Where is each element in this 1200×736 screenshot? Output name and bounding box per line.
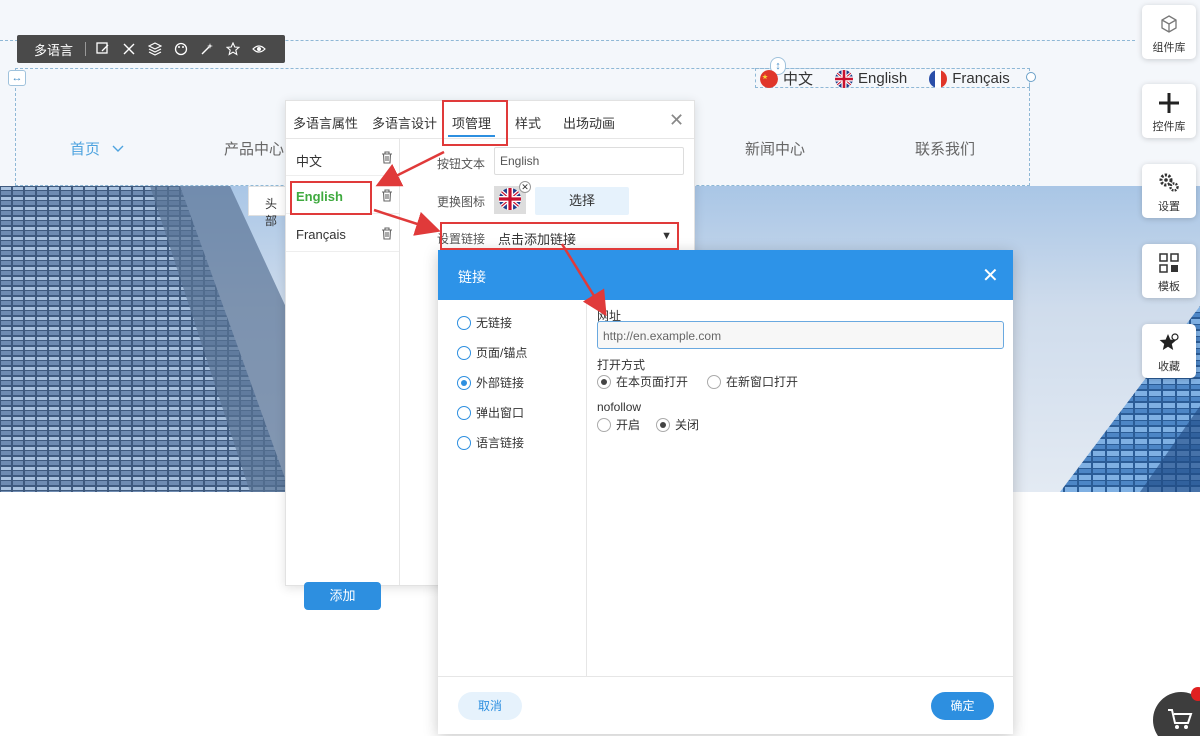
choose-icon-button[interactable]: 选择 bbox=[535, 187, 629, 215]
tab-multilang-properties[interactable]: 多语言属性 bbox=[293, 113, 358, 132]
cart-icon bbox=[1167, 708, 1193, 733]
cart-badge bbox=[1191, 687, 1200, 701]
link-dialog: 链接 ✕ 无链接 页面/锚点 外部链接 弹出窗口 语言链接 网址 http://… bbox=[438, 250, 1013, 734]
dialog-footer: 取消 确定 bbox=[438, 676, 1013, 734]
button-text-label: 按钮文本 bbox=[437, 157, 486, 171]
dialog-header: 链接 ✕ bbox=[438, 250, 1013, 300]
open-mode-new-window[interactable]: 在新窗口打开 bbox=[707, 373, 798, 390]
confirm-button[interactable]: 确定 bbox=[931, 692, 994, 720]
url-input[interactable]: http://en.example.com bbox=[597, 321, 1004, 349]
cn-flag-icon bbox=[760, 69, 778, 88]
nav-item-contact[interactable]: 联系我们 bbox=[915, 138, 975, 159]
width-resize-icon[interactable]: ↔ bbox=[8, 70, 26, 86]
close-icon[interactable]: ✕ bbox=[669, 110, 684, 131]
toolbar-module-name: 多语言 bbox=[34, 42, 74, 58]
tools-icon[interactable] bbox=[121, 41, 137, 57]
radio-button[interactable] bbox=[457, 405, 471, 420]
annotation-box-tab bbox=[442, 100, 508, 146]
nofollow-on[interactable]: 开启 bbox=[597, 416, 640, 433]
plus-icon bbox=[1158, 92, 1180, 114]
language-item-zh[interactable]: 中文 bbox=[760, 68, 813, 89]
fr-flag-icon bbox=[929, 69, 948, 88]
dock-favorites[interactable]: 收藏 bbox=[1142, 324, 1196, 378]
radio-button[interactable] bbox=[597, 374, 611, 389]
dock-settings[interactable]: 设置 bbox=[1142, 164, 1196, 218]
tab-style[interactable]: 样式 bbox=[515, 113, 541, 132]
link-type-language[interactable]: 语言链接 bbox=[457, 434, 524, 451]
radio-button[interactable] bbox=[457, 345, 471, 360]
change-icon-label: 更换图标 bbox=[437, 195, 486, 209]
nav-item-news[interactable]: 新闻中心 bbox=[745, 138, 805, 159]
dock-label: 控件库 bbox=[1152, 121, 1186, 133]
cancel-button[interactable]: 取消 bbox=[458, 692, 522, 720]
eye-icon[interactable] bbox=[251, 41, 267, 57]
star-icon bbox=[1158, 332, 1180, 354]
language-label: English bbox=[858, 70, 908, 87]
tab-multilang-design[interactable]: 多语言设计 bbox=[372, 113, 437, 132]
language-switcher: 中文 English Français bbox=[760, 68, 1032, 89]
radio-button[interactable] bbox=[457, 375, 471, 390]
trash-icon[interactable] bbox=[381, 227, 393, 240]
open-mode-same-page[interactable]: 在本页面打开 bbox=[597, 373, 688, 390]
open-mode-label: 打开方式 bbox=[597, 358, 646, 372]
gears-icon bbox=[1158, 172, 1180, 194]
annotation-box-link-dropdown bbox=[440, 222, 679, 250]
palette-icon[interactable] bbox=[173, 41, 189, 57]
edit-icon[interactable] bbox=[95, 41, 111, 57]
language-label: Français bbox=[952, 70, 1010, 87]
trash-icon[interactable] bbox=[381, 189, 393, 202]
dialog-title: 链接 bbox=[458, 269, 486, 285]
nav-item-products[interactable]: 产品中心 bbox=[224, 138, 284, 159]
dock-label: 收藏 bbox=[1158, 361, 1180, 373]
language-item-en[interactable]: English bbox=[835, 69, 908, 88]
annotation-box-english-item bbox=[290, 181, 372, 215]
radio-button[interactable] bbox=[457, 315, 471, 330]
cube-icon bbox=[1158, 13, 1180, 35]
language-label: 中文 bbox=[783, 71, 814, 88]
tab-entrance-animation[interactable]: 出场动画 bbox=[563, 113, 615, 132]
nav-item-home[interactable]: 首页 bbox=[70, 138, 124, 159]
nofollow-off[interactable]: 关闭 bbox=[656, 416, 699, 433]
radio-button[interactable] bbox=[597, 417, 611, 432]
link-type-none[interactable]: 无链接 bbox=[457, 314, 512, 331]
header-label-chip: 头部 bbox=[248, 186, 288, 228]
list-item-zh[interactable]: 中文 bbox=[286, 139, 399, 176]
button-text-input[interactable]: English bbox=[494, 147, 684, 175]
radio-button[interactable] bbox=[707, 374, 721, 389]
list-item-fr[interactable]: Français bbox=[286, 215, 399, 252]
dock-widget-library[interactable]: 控件库 bbox=[1142, 84, 1196, 138]
nofollow-label: nofollow bbox=[597, 400, 642, 414]
dock-templates[interactable]: 模板 bbox=[1142, 244, 1196, 298]
dock-label: 模板 bbox=[1158, 281, 1180, 293]
toolbar-divider bbox=[85, 42, 87, 56]
star-outline-icon[interactable] bbox=[225, 41, 241, 57]
radio-button[interactable] bbox=[457, 435, 471, 450]
layers-icon[interactable] bbox=[147, 41, 163, 57]
dock-component-library[interactable]: 组件库 bbox=[1142, 5, 1196, 59]
list-item-label: 中文 bbox=[296, 154, 323, 169]
remove-icon[interactable]: ✕ bbox=[519, 181, 531, 193]
module-toolbar: 多语言 bbox=[17, 35, 285, 63]
radio-button[interactable] bbox=[656, 417, 670, 432]
dock-label: 组件库 bbox=[1152, 42, 1186, 54]
list-item-label: Français bbox=[296, 227, 346, 242]
uk-flag-icon bbox=[835, 69, 854, 88]
magic-wand-icon[interactable] bbox=[199, 41, 215, 57]
language-item-fr[interactable]: Français bbox=[929, 69, 1010, 88]
link-type-popup[interactable]: 弹出窗口 bbox=[457, 404, 524, 421]
link-type-page-anchor[interactable]: 页面/锚点 bbox=[457, 344, 527, 361]
link-type-external[interactable]: 外部链接 bbox=[457, 374, 524, 391]
uk-flag-icon bbox=[499, 187, 521, 213]
link-type-list: 无链接 页面/锚点 外部链接 弹出窗口 语言链接 bbox=[438, 300, 587, 676]
add-item-button[interactable]: 添加 bbox=[304, 582, 381, 610]
dock-label: 设置 bbox=[1158, 201, 1180, 213]
close-icon[interactable]: ✕ bbox=[982, 263, 999, 288]
chevron-down-icon bbox=[112, 141, 124, 158]
grid-icon bbox=[1158, 252, 1180, 274]
trash-icon[interactable] bbox=[381, 151, 393, 164]
